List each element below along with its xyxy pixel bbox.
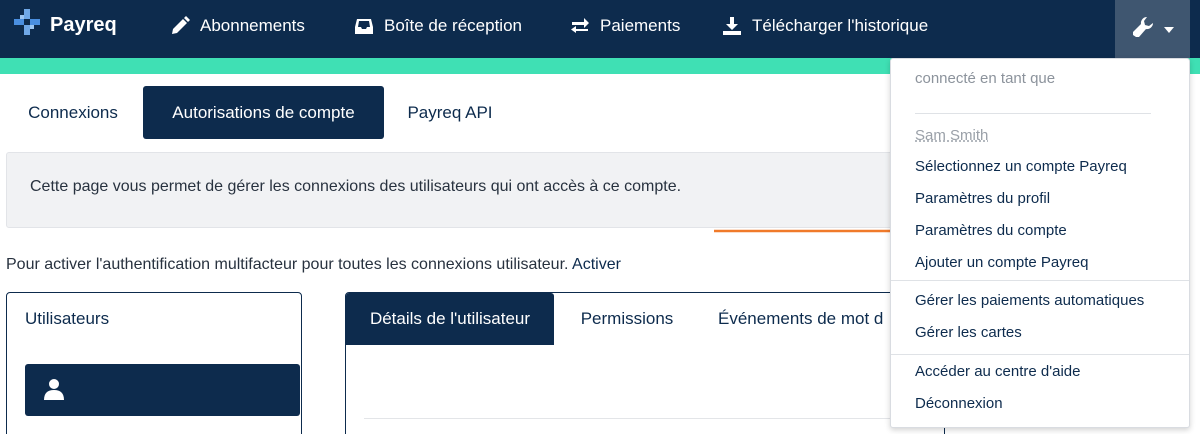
user-avatar-icon [44,378,64,400]
wrench-icon [1132,16,1154,43]
menu-item-auto-payments[interactable]: Gérer les paiements automatiques [915,292,1144,309]
nav-inbox-label: Boîte de réception [384,16,522,35]
dropdown-header: connecté en tant que [915,70,1056,87]
nav-abonnements-label: Abonnements [200,16,305,35]
tab-account-permissions-label: Autorisations de compte [172,102,355,122]
tab-connexions[interactable]: Connexions [6,86,140,139]
tab-payreq-api-label: Payreq API [407,102,493,122]
details-divider [364,418,924,419]
tab-user-details[interactable]: Détails de l'utilisateur [346,293,554,345]
nav-download-label: Télécharger l'historique [752,16,929,35]
dropdown-separator [891,280,1189,281]
menu-item-select-account[interactable]: Sélectionnez un compte Payreq [915,158,1127,175]
tab-account-permissions[interactable]: Autorisations de compte [143,86,384,139]
menu-item-add-account[interactable]: Ajouter un compte Payreq [915,254,1088,271]
tab-permissions-label: Permissions [580,309,674,328]
dropdown-separator [915,113,1151,114]
exchange-icon [570,17,590,35]
dropdown-username[interactable]: Sam Smith [915,127,988,144]
pencil-icon [170,16,190,36]
tab-payreq-api[interactable]: Payreq API [390,86,510,139]
chevron-down-icon [1163,20,1174,38]
brand-name: Payreq [50,13,117,36]
pointer-arrow [714,224,910,243]
mfa-text: Pour activer l'authentification multifac… [6,256,569,273]
tab-password-events-label: Événements de mot d [718,309,884,328]
settings-menu-button[interactable] [1115,0,1190,58]
menu-item-logout[interactable]: Déconnexion [915,395,1003,412]
users-panel-title: Utilisateurs [25,309,110,328]
mfa-activate-link[interactable]: Activer [572,256,621,273]
mfa-line: Pour activer l'authentification multifac… [6,256,621,274]
nav-paiements-label: Paiements [600,16,681,35]
menu-item-help-center[interactable]: Accéder au centre d'aide [915,363,1080,380]
user-list-item[interactable] [25,364,300,416]
brand-logo[interactable]: Payreq [14,9,117,41]
menu-item-profile-settings[interactable]: Paramètres du profil [915,190,1050,207]
nav-paiements[interactable]: Paiements [570,14,680,38]
nav-download-history[interactable]: Télécharger l'historique [722,14,928,38]
tab-password-events[interactable]: Événements de mot d [700,293,890,345]
nav-inbox[interactable]: Boîte de réception [354,14,522,38]
payreq-logo-icon [14,9,40,41]
tab-connexions-label: Connexions [28,102,118,122]
menu-item-manage-cards[interactable]: Gérer les cartes [915,324,1022,341]
inbox-icon [354,16,374,36]
nav-abonnements[interactable]: Abonnements [170,14,305,38]
download-icon [722,16,742,36]
tab-user-details-label: Détails de l'utilisateur [369,309,531,328]
dropdown-separator [891,354,1189,355]
menu-item-account-settings[interactable]: Paramètres du compte [915,222,1067,239]
info-text: Cette page vous permet de gérer les conn… [30,178,682,195]
tab-permissions[interactable]: Permissions [560,293,694,345]
